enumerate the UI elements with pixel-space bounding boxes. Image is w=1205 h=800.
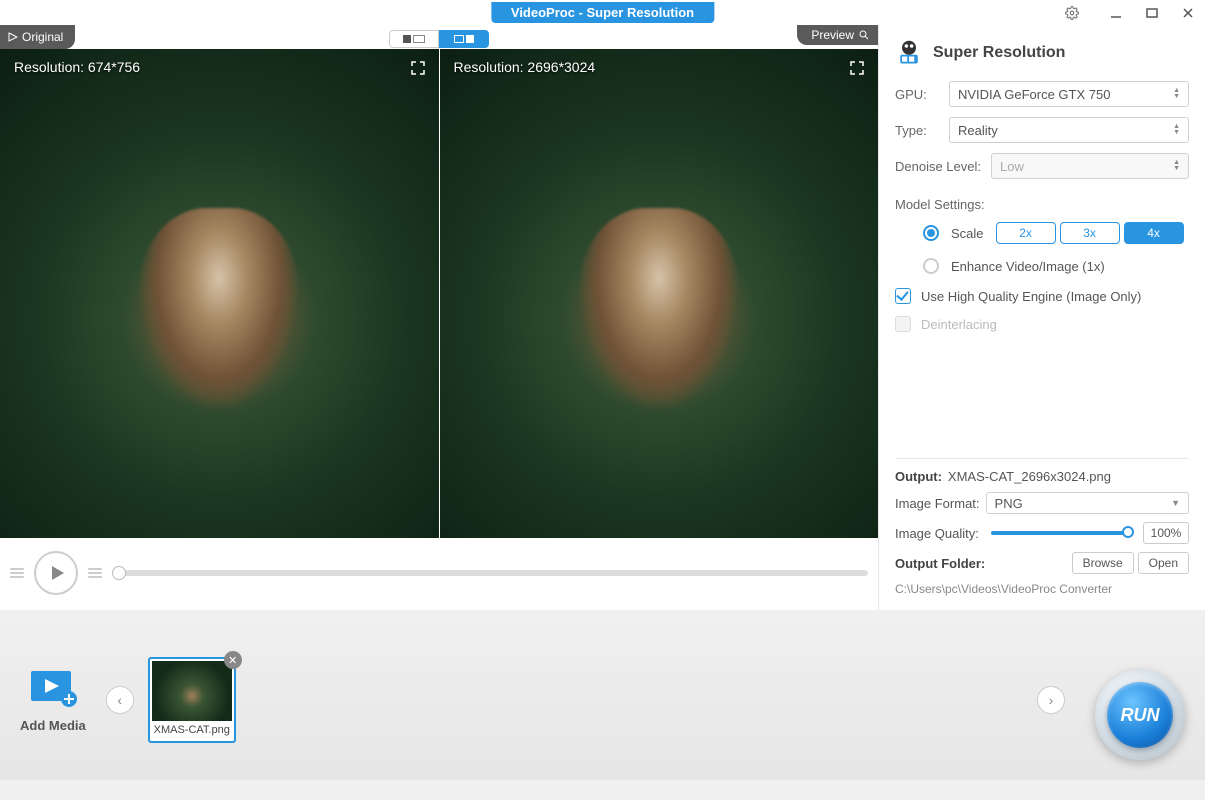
output-folder-path: C:\Users\pc\Videos\VideoProc Converter	[895, 582, 1189, 596]
preview-resolution-label: Resolution: 2696*3024	[454, 59, 596, 75]
hq-engine-label: Use High Quality Engine (Image Only)	[921, 289, 1141, 304]
super-resolution-icon	[895, 39, 923, 67]
denoise-value: Low	[1000, 159, 1024, 174]
gpu-label: GPU:	[895, 87, 941, 102]
chevron-updown-icon: ▲▼	[1173, 160, 1180, 172]
add-media-label: Add Media	[20, 718, 86, 733]
thumbnail-close-button[interactable]: ✕	[224, 651, 242, 669]
settings-title: Super Resolution	[933, 44, 1065, 62]
deinterlacing-label: Deinterlacing	[921, 317, 997, 332]
view-mode-toggle	[389, 30, 489, 48]
tab-preview-label: Preview	[811, 28, 854, 42]
denoise-select[interactable]: Low ▲▼	[991, 153, 1189, 179]
enhance-radio[interactable]	[923, 258, 939, 274]
settings-panel: Super Resolution GPU: NVIDIA GeForce GTX…	[878, 25, 1205, 610]
output-filename: XMAS-CAT_2696x3024.png	[948, 469, 1111, 484]
gpu-value: NVIDIA GeForce GTX 750	[958, 87, 1110, 102]
playback-bar	[0, 538, 878, 608]
type-select[interactable]: Reality ▲▼	[949, 117, 1189, 143]
enhance-label: Enhance Video/Image (1x)	[951, 259, 1105, 274]
chevron-down-icon: ▼	[1171, 498, 1180, 508]
view-split-button[interactable]	[439, 30, 489, 48]
grip-icon	[88, 558, 102, 588]
timeline-slider[interactable]	[112, 570, 868, 576]
preview-area: Original Preview Resolution: 674*7	[0, 25, 878, 610]
hq-engine-checkbox[interactable]	[895, 288, 911, 304]
thumbnail-image	[152, 661, 232, 721]
add-media-button[interactable]: Add Media	[20, 667, 86, 733]
scale-2x-button[interactable]: 2x	[996, 222, 1056, 244]
chevron-updown-icon: ▲▼	[1173, 88, 1180, 100]
scale-label: Scale	[951, 226, 984, 241]
output-label: Output:	[895, 469, 942, 484]
type-label: Type:	[895, 123, 941, 138]
media-thumbnail[interactable]: ✕ XMAS-CAT.png	[148, 657, 236, 743]
scale-4x-button[interactable]: 4x	[1124, 222, 1184, 244]
denoise-label: Denoise Level:	[895, 159, 983, 174]
tab-preview[interactable]: Preview	[797, 25, 878, 45]
media-strip: Add Media ‹ ✕ XMAS-CAT.png › RUN	[0, 610, 1205, 780]
original-resolution-label: Resolution: 674*756	[14, 59, 140, 75]
model-settings-label: Model Settings:	[895, 197, 1189, 212]
tab-original-label: Original	[22, 30, 63, 44]
search-icon	[858, 29, 870, 41]
output-section: Output: XMAS-CAT_2696x3024.png Image For…	[895, 458, 1189, 596]
quality-label: Image Quality:	[895, 526, 979, 541]
quality-value: 100%	[1143, 522, 1189, 544]
gpu-select[interactable]: NVIDIA GeForce GTX 750 ▲▼	[949, 81, 1189, 107]
grip-icon	[10, 558, 24, 588]
titlebar: VideoProc - Super Resolution	[0, 0, 1205, 25]
nav-next-button[interactable]: ›	[1037, 686, 1065, 714]
type-value: Reality	[958, 123, 998, 138]
expand-icon[interactable]	[411, 61, 425, 80]
thumbnail-filename: XMAS-CAT.png	[152, 721, 232, 739]
preview-pane: Resolution: 2696*3024	[439, 49, 879, 538]
gear-icon[interactable]	[1055, 1, 1089, 25]
add-media-icon	[29, 667, 77, 712]
scale-radio[interactable]	[923, 225, 939, 241]
format-value: PNG	[995, 496, 1023, 511]
play-button[interactable]	[34, 551, 78, 595]
format-select[interactable]: PNG ▼	[986, 492, 1189, 514]
minimize-button[interactable]	[1099, 1, 1133, 25]
play-icon	[8, 32, 18, 42]
nav-prev-button[interactable]: ‹	[106, 686, 134, 714]
format-label: Image Format:	[895, 496, 980, 511]
original-image	[0, 49, 439, 538]
preview-image	[440, 49, 879, 538]
chevron-updown-icon: ▲▼	[1173, 124, 1180, 136]
original-pane: Resolution: 674*756	[0, 49, 439, 538]
output-folder-label: Output Folder:	[895, 556, 985, 571]
open-button[interactable]: Open	[1138, 552, 1189, 574]
scale-3x-button[interactable]: 3x	[1060, 222, 1120, 244]
browse-button[interactable]: Browse	[1072, 552, 1134, 574]
run-button-label: RUN	[1107, 682, 1173, 748]
maximize-button[interactable]	[1135, 1, 1169, 25]
tab-original[interactable]: Original	[0, 25, 75, 49]
window-title: VideoProc - Super Resolution	[491, 2, 714, 23]
view-single-button[interactable]	[389, 30, 439, 48]
expand-icon[interactable]	[850, 61, 864, 80]
deinterlacing-checkbox	[895, 316, 911, 332]
run-button[interactable]: RUN	[1095, 670, 1185, 760]
close-button[interactable]	[1171, 1, 1205, 25]
quality-slider[interactable]	[991, 531, 1131, 535]
